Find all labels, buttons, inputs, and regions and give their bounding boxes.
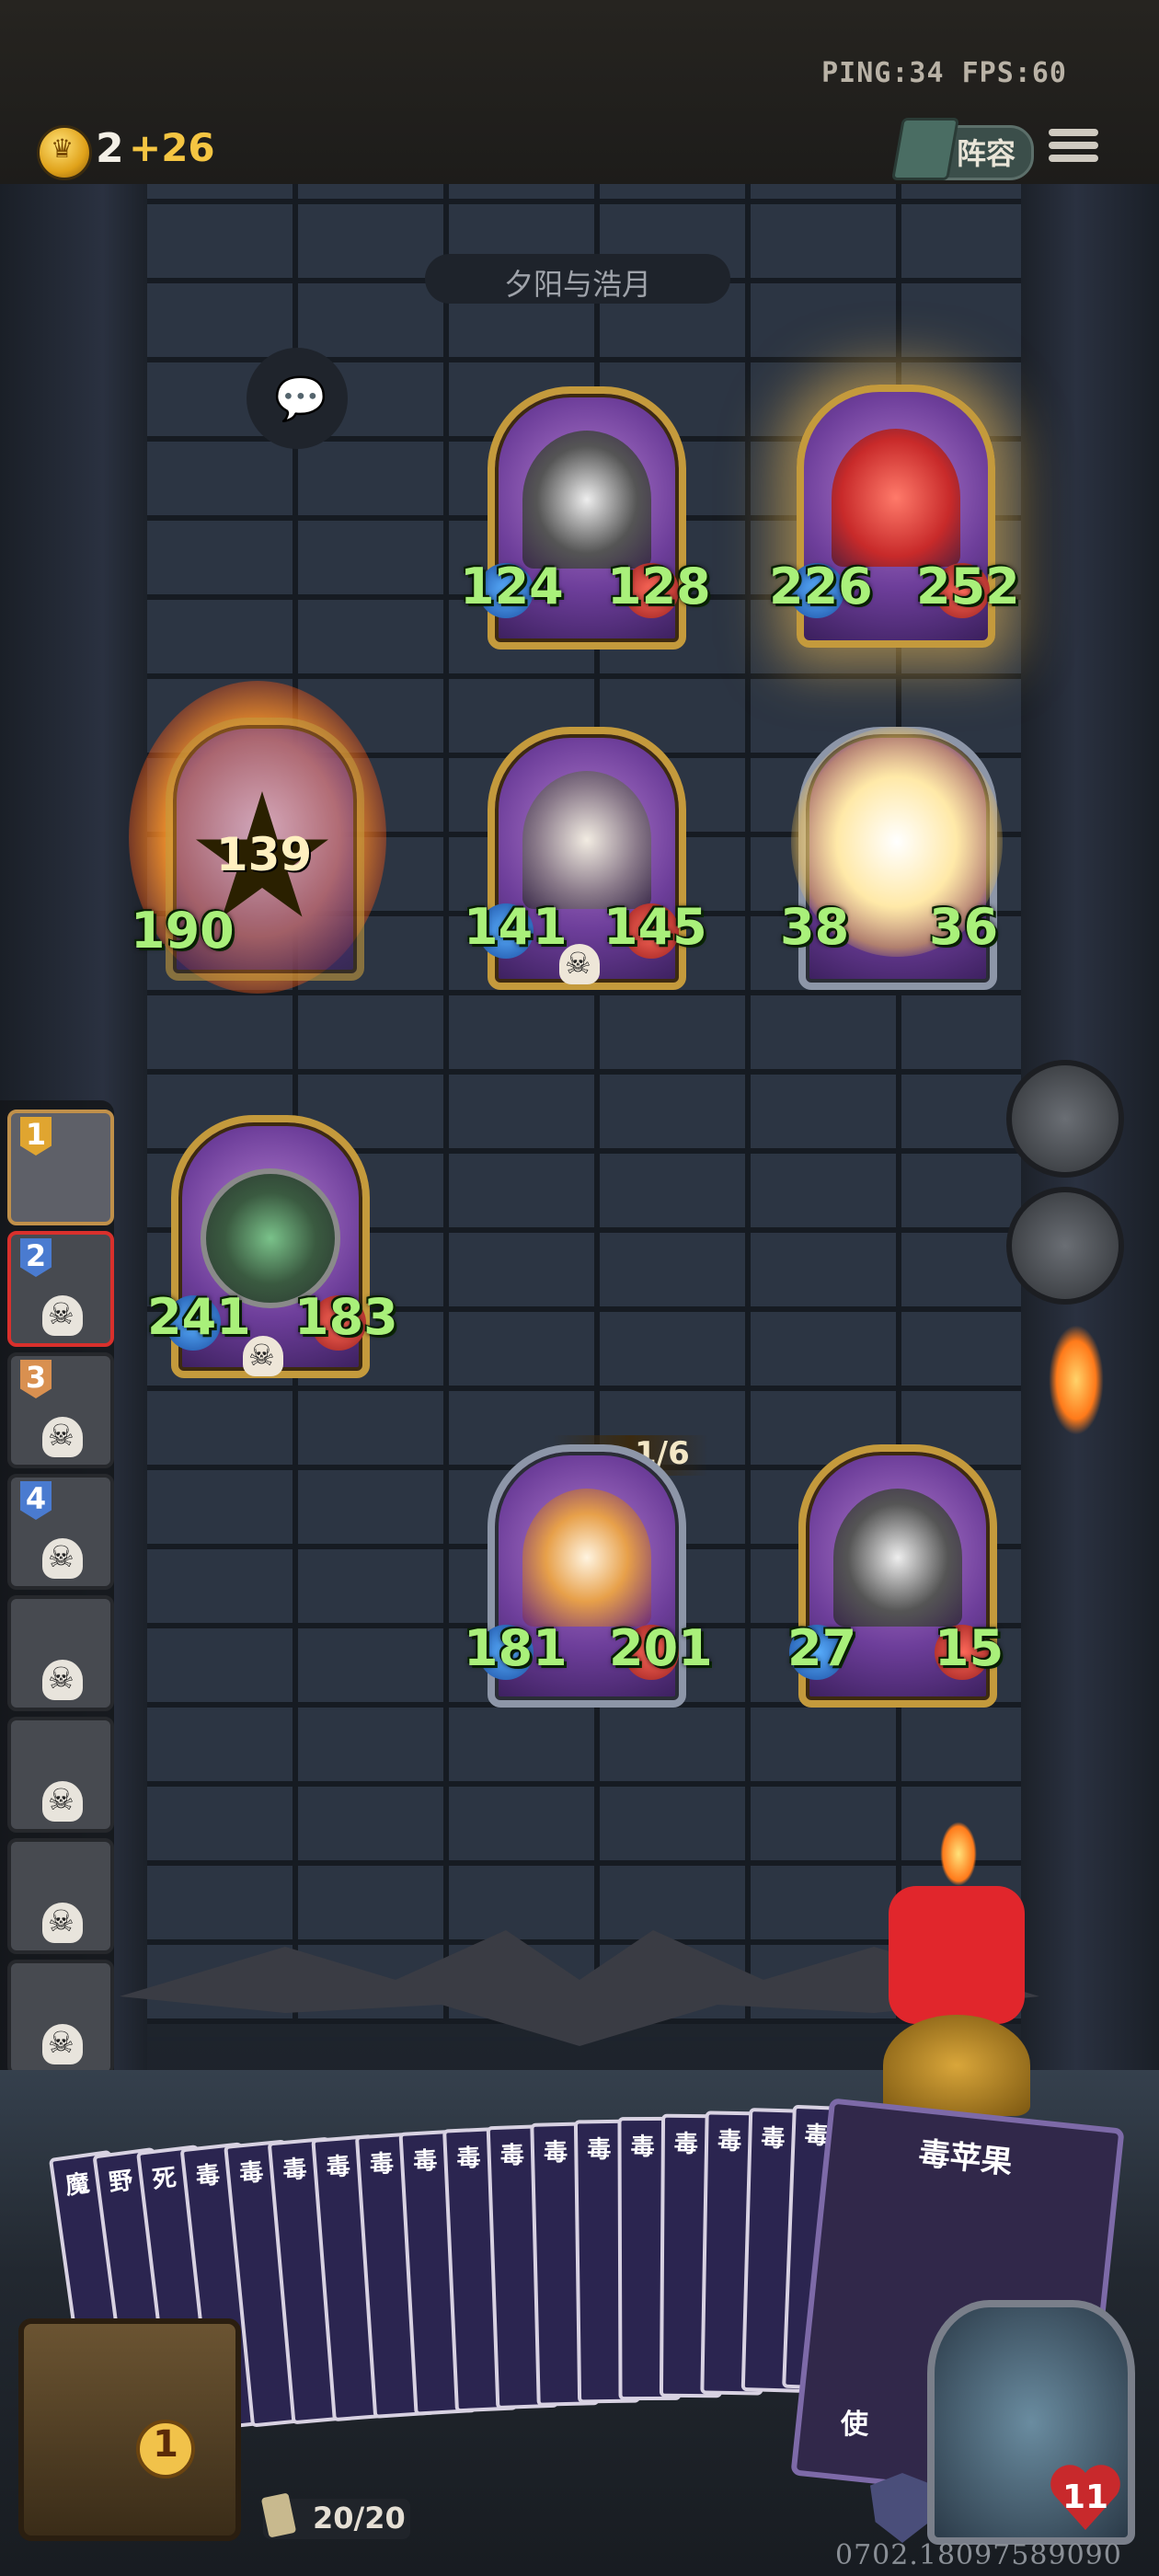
candle-mascot[interactable]: [889, 1886, 1025, 2024]
hand-card-label: 毒: [412, 2146, 439, 2177]
queue-slot[interactable]: [7, 1717, 114, 1833]
hand-card-label: 毒: [369, 2149, 395, 2179]
gold-count: 2: [96, 125, 124, 172]
rabbit-samurai-portrait: [522, 431, 651, 569]
minion-health: 201: [609, 1619, 713, 1677]
hand-card-label: 毒: [455, 2144, 482, 2174]
opponent-name: 夕阳与浩月: [503, 267, 651, 302]
treasure-chest[interactable]: [18, 2318, 241, 2541]
menu-button[interactable]: [1049, 123, 1098, 171]
skull-icon: [42, 1417, 83, 1457]
minion-attack: 124: [460, 558, 564, 615]
hero-health: 11: [1061, 2478, 1109, 2516]
gold-coin-icon: [37, 125, 92, 180]
hand-card-label: 毒: [281, 2155, 308, 2186]
gold-income: +26: [129, 125, 215, 170]
minion-attack: 38: [780, 898, 850, 956]
queue-slot[interactable]: [7, 1960, 114, 2076]
queue-number: 4: [20, 1481, 52, 1520]
damage-popup: 139: [215, 828, 313, 881]
octopus-portrait: [832, 429, 960, 567]
hand-card-label: 毒: [587, 2135, 612, 2165]
minion-attack: 181: [464, 1619, 568, 1677]
minion-attack: 190: [131, 902, 235, 960]
skull-icon: [42, 1781, 83, 1822]
minion-health: 128: [607, 558, 711, 615]
hand-card-label: 毒: [630, 2133, 655, 2162]
candle-flame-icon: [940, 1822, 977, 1886]
voodoo-doll-relic-icon[interactable]: [1006, 1187, 1124, 1305]
hand-card-label: 毒: [673, 2130, 698, 2159]
queue-slot[interactable]: 3: [7, 1352, 114, 1468]
minion-health: 145: [603, 898, 707, 956]
hand-card-label: 毒: [194, 2161, 222, 2191]
queue-slot[interactable]: [7, 1838, 114, 1954]
chest-count: 1: [136, 2420, 195, 2478]
chat-button[interactable]: [247, 348, 348, 449]
deck-count: 20/20: [313, 2501, 406, 2536]
queue-slot[interactable]: 4: [7, 1474, 114, 1590]
coordinate-readout: 0702.18097589090: [835, 2539, 1122, 2571]
skull-icon: [42, 2024, 83, 2064]
queue-slot[interactable]: 1: [7, 1110, 114, 1225]
ping-fps-readout: PING:34 FPS:60: [821, 57, 1067, 89]
hand-card-label: 毒: [499, 2141, 525, 2170]
lineup-label: 阵容: [957, 136, 1016, 171]
minion-attack: 27: [787, 1619, 857, 1677]
torch-flame: [1049, 1325, 1104, 1435]
skull-icon: [42, 1660, 83, 1700]
book-icon: [891, 118, 959, 180]
hand-card-label: 毒: [325, 2152, 351, 2182]
skull-icon: [243, 1336, 283, 1376]
minion-attack: 241: [147, 1288, 251, 1346]
hand-card-label: 死: [151, 2164, 178, 2195]
hand-card-label: 毒: [717, 2127, 742, 2156]
minion-health: 252: [916, 558, 1020, 615]
hand-card-label: 魔: [63, 2169, 92, 2201]
queue-number: 3: [20, 1360, 52, 1398]
featured-card-caption: 使: [841, 2409, 868, 2441]
turn-queue: 1 2 3 4: [0, 1100, 114, 2085]
minion-attack: 226: [769, 558, 873, 615]
hand-card-label: 野: [107, 2167, 135, 2198]
pumpkin-rabbit-portrait: [522, 771, 651, 909]
minion-health: 183: [294, 1288, 398, 1346]
hand-card-label: 毒: [543, 2138, 568, 2168]
minion-health: 36: [929, 898, 999, 956]
skull-icon: [42, 1538, 83, 1579]
queue-slot[interactable]: [7, 1595, 114, 1711]
skull-icon: [559, 944, 600, 984]
queue-number: 2: [20, 1238, 52, 1277]
horn-relic-icon[interactable]: [1006, 1060, 1124, 1178]
flaming-horse-portrait: [522, 1489, 651, 1627]
rabbit-samurai-portrait: [833, 1489, 962, 1627]
hand-card-label: 毒: [760, 2124, 786, 2154]
minion-health: 15: [935, 1619, 1004, 1677]
candle-holder: [883, 2015, 1030, 2116]
skull-icon: [42, 1903, 83, 1943]
queue-slot[interactable]: 2: [7, 1231, 114, 1347]
hand-card-label: 毒: [237, 2158, 265, 2189]
minion-attack: 141: [464, 898, 568, 956]
queue-number: 1: [20, 1117, 52, 1156]
skull-icon: [42, 1295, 83, 1336]
